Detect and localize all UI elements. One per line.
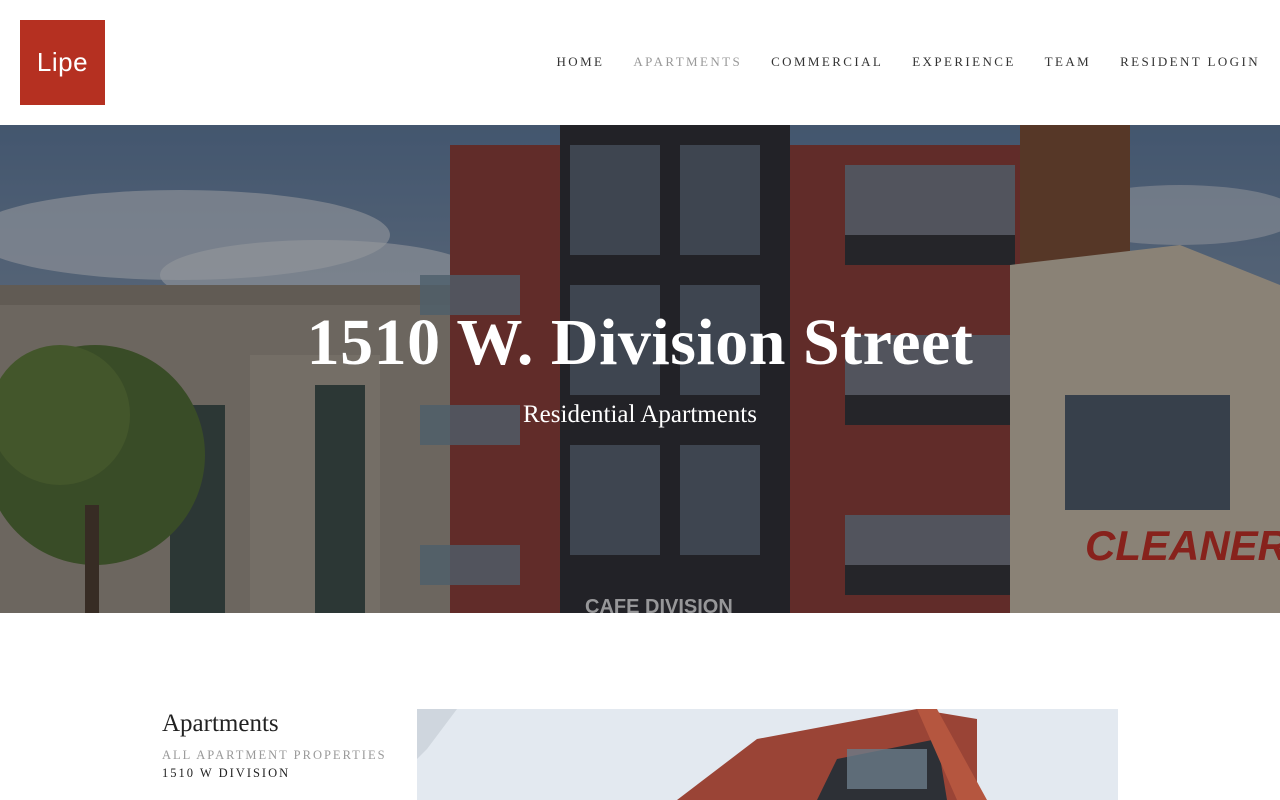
- hero-subtitle: Residential Apartments: [523, 401, 757, 428]
- sidebar-heading: Apartments: [162, 710, 279, 737]
- property-photo-image: [417, 709, 1118, 800]
- nav-team[interactable]: TEAM: [1045, 52, 1091, 72]
- logo[interactable]: Lipe: [20, 20, 105, 105]
- logo-text: Lipe: [36, 47, 89, 77]
- main-nav: HOME APARTMENTS COMMERCIAL EXPERIENCE TE…: [528, 52, 1261, 72]
- nav-commercial[interactable]: COMMERCIAL: [771, 52, 883, 72]
- nav-apartments[interactable]: APARTMENTS: [633, 52, 742, 72]
- nav-home[interactable]: HOME: [557, 52, 605, 72]
- property-photo: [417, 709, 1118, 800]
- sidebar-link-all-apartments[interactable]: ALL APARTMENT PROPERTIES: [162, 748, 392, 763]
- sidebar-link-1510-w-division[interactable]: 1510 W DIVISION: [162, 766, 392, 781]
- apartments-sidebar: Apartments ALL APARTMENT PROPERTIES 1510…: [162, 710, 392, 781]
- hero-title: 1510 W. Division Street: [306, 306, 974, 379]
- hero-banner: CLEANER CAFE DIVISION 1510 W. Division S…: [0, 125, 1280, 613]
- nav-experience[interactable]: EXPERIENCE: [912, 52, 1015, 72]
- nav-resident-login[interactable]: RESIDENT LOGIN: [1120, 52, 1260, 72]
- site-header: Lipe HOME APARTMENTS COMMERCIAL EXPERIEN…: [0, 0, 1280, 125]
